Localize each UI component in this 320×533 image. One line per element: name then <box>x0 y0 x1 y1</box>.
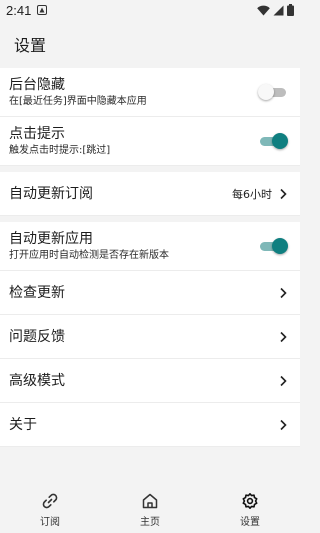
app-bar: 设置 <box>0 20 300 68</box>
status-icons <box>257 4 294 16</box>
setting-value: 每6小时 <box>232 187 272 201</box>
link-icon <box>42 493 58 508</box>
signal-icon <box>273 5 284 15</box>
home-icon <box>142 493 158 508</box>
settings-list: 后台隐藏 在[最近任务]界面中隐藏本应用 点击提示 触发点击时提示:[跳过] 自… <box>0 68 300 447</box>
setting-advanced-mode[interactable]: 高级模式 <box>0 359 300 403</box>
chevron-right-icon <box>280 331 287 342</box>
chevron-right-icon <box>280 188 287 199</box>
setting-hide-background[interactable]: 后台隐藏 在[最近任务]界面中隐藏本应用 <box>0 68 300 117</box>
hide-background-toggle[interactable] <box>258 82 288 102</box>
chevron-right-icon <box>280 375 287 386</box>
setting-auto-update-app[interactable]: 自动更新应用 打开应用时自动检测是否存在新版本 <box>0 222 300 271</box>
nav-item-subscription[interactable]: 订阅 <box>0 486 100 533</box>
setting-check-update[interactable]: 检查更新 <box>0 271 300 315</box>
setting-click-hint[interactable]: 点击提示 触发点击时提示:[跳过] <box>0 117 300 166</box>
nav-label: 订阅 <box>40 516 60 528</box>
status-time: 2:41 <box>6 2 32 18</box>
setting-about[interactable]: 关于 <box>0 403 300 447</box>
setting-feedback[interactable]: 问题反馈 <box>0 315 300 359</box>
setting-title: 自动更新应用 <box>9 230 93 247</box>
setting-title: 自动更新订阅 <box>9 185 93 202</box>
nav-label: 主页 <box>140 516 160 528</box>
notification-icon <box>37 5 48 15</box>
bottom-nav: 订阅 主页 设置 <box>0 486 300 533</box>
setting-subtitle: 在[最近任务]界面中隐藏本应用 <box>9 95 147 107</box>
auto-update-app-toggle[interactable] <box>258 236 288 256</box>
nav-item-home[interactable]: 主页 <box>100 486 200 533</box>
setting-subtitle: 触发点击时提示:[跳过] <box>9 144 111 156</box>
wifi-icon <box>257 5 270 15</box>
setting-auto-update-subscription[interactable]: 自动更新订阅 每6小时 <box>0 172 300 216</box>
setting-subtitle: 打开应用时自动检测是否存在新版本 <box>9 249 169 261</box>
setting-title: 后台隐藏 <box>9 76 65 93</box>
nav-label: 设置 <box>240 516 260 528</box>
battery-icon <box>287 4 294 16</box>
gear-icon <box>242 492 258 509</box>
setting-title: 检查更新 <box>9 284 65 301</box>
setting-title: 高级模式 <box>9 372 65 389</box>
nav-item-settings[interactable]: 设置 <box>200 486 300 533</box>
page-title: 设置 <box>14 36 47 55</box>
click-hint-toggle[interactable] <box>258 131 288 151</box>
setting-title: 问题反馈 <box>9 328 65 345</box>
chevron-right-icon <box>280 287 287 298</box>
setting-title: 关于 <box>9 416 37 433</box>
status-bar: 2:41 <box>0 0 300 20</box>
setting-title: 点击提示 <box>9 125 65 142</box>
chevron-right-icon <box>280 419 287 430</box>
